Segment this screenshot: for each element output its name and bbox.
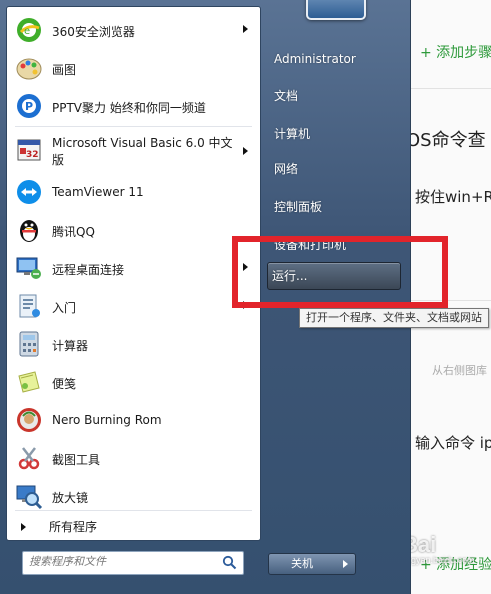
program-label: 放大镜 <box>52 491 89 505</box>
shutdown-button[interactable]: 关机 <box>268 553 336 575</box>
place-computer[interactable]: 计算机 <box>270 121 398 147</box>
calculator-icon <box>19 331 39 357</box>
program-label: 计算器 <box>52 339 89 353</box>
program-item-magnifier[interactable]: 放大镜 <box>7 476 260 514</box>
snipping-tool-icon <box>18 447 40 470</box>
image-hint: 从右侧图库 <box>432 364 487 377</box>
place-label: 控制面板 <box>274 200 323 214</box>
article-heading: OS命令查 <box>406 130 486 151</box>
step-1-text: 按住win+R <box>415 188 491 206</box>
program-item-360-browser[interactable]: e 360安全浏览器 <box>7 10 260 48</box>
getting-started-icon <box>19 294 40 318</box>
magnifier-icon <box>16 485 43 510</box>
svg-text:P: P <box>25 100 33 113</box>
program-item-calculator[interactable]: 计算器 <box>7 324 260 362</box>
program-item-teamviewer[interactable]: TeamViewer 11 <box>7 172 260 210</box>
program-label: Microsoft Visual Basic 6.0 中文 <box>52 136 233 150</box>
shutdown-options-button[interactable] <box>335 553 356 575</box>
submenu-arrow-icon <box>243 147 248 155</box>
annotation-highlight-box <box>232 236 448 308</box>
step-2-text: 输入命令 ip <box>415 434 491 452</box>
program-label: 入门 <box>52 301 77 315</box>
svg-text:32: 32 <box>26 150 39 160</box>
place-documents[interactable]: 文档 <box>270 83 398 109</box>
program-item-sticky-notes[interactable]: 便笺 <box>7 362 260 400</box>
program-item-pptv[interactable]: P PPTV聚力 始终和你同一频道 <box>7 86 260 124</box>
watermark-url: jingyan.baidu.com <box>402 555 475 565</box>
program-pane: e 360安全浏览器 画图 P PPTV聚力 始终和你同一频道 32 Micro… <box>6 6 261 541</box>
program-item-snipping-tool[interactable]: 截图工具 <box>7 438 260 476</box>
visual-basic-icon: 32 <box>17 139 41 161</box>
search-icon[interactable] <box>222 555 237 570</box>
browser-360-icon: e <box>17 18 41 42</box>
program-item-remote-desktop[interactable]: 远程桌面连接 <box>7 248 260 286</box>
program-label: 画图 <box>52 63 77 77</box>
add-step-link-top[interactable]: + 添加步骤 <box>420 42 491 62</box>
submenu-arrow-icon <box>243 25 248 33</box>
paint-icon <box>16 58 42 80</box>
remote-desktop-icon <box>16 257 41 279</box>
separator <box>15 510 252 511</box>
user-picture[interactable] <box>306 0 366 20</box>
program-item-qq[interactable]: 腾讯QQ <box>7 210 260 248</box>
program-item-getting-started[interactable]: 入门 <box>7 286 260 324</box>
run-tooltip: 打开一个程序、文件夹、文档或网站 <box>299 308 489 328</box>
program-label: 便笺 <box>52 377 77 391</box>
program-label-continued: 版 <box>52 153 65 167</box>
program-label: 远程桌面连接 <box>52 263 125 277</box>
nero-icon <box>17 408 41 432</box>
place-label: 文档 <box>274 89 299 103</box>
divider <box>408 88 491 89</box>
program-label: 腾讯QQ <box>52 225 95 239</box>
teamviewer-icon <box>17 180 41 204</box>
pptv-icon: P <box>17 94 41 118</box>
program-label: Nero Burning Rom <box>52 413 162 427</box>
place-label: 计算机 <box>274 127 311 141</box>
sticky-notes-icon <box>18 371 40 393</box>
place-administrator[interactable]: Administrator <box>270 48 398 74</box>
search-box[interactable] <box>22 551 244 575</box>
place-control-panel[interactable]: 控制面板 <box>270 194 398 220</box>
program-label: PPTV聚力 始终和你同一频道 <box>52 101 206 115</box>
separator <box>15 126 252 127</box>
program-label: 360安全浏览器 <box>52 25 135 39</box>
program-label: TeamViewer 11 <box>52 185 144 199</box>
program-item-paint[interactable]: 画图 <box>7 48 260 86</box>
place-label: Administrator <box>274 52 356 66</box>
all-programs-label: 所有程序 <box>49 520 98 534</box>
qq-penguin-icon <box>20 220 38 242</box>
baidu-watermark: Bai jingyan.baidu.com <box>402 532 475 565</box>
program-item-nero[interactable]: Nero Burning Rom <box>7 400 260 438</box>
place-network[interactable]: 网络 <box>270 156 398 182</box>
place-label: 网络 <box>274 162 299 176</box>
all-programs-arrow-icon <box>21 523 26 531</box>
program-label: 截图工具 <box>52 453 101 467</box>
search-input[interactable] <box>29 555 214 568</box>
svg-text:e: e <box>24 26 30 37</box>
program-item-visual-basic[interactable]: 32 Microsoft Visual Basic 6.0 中文 版 <box>7 128 260 172</box>
